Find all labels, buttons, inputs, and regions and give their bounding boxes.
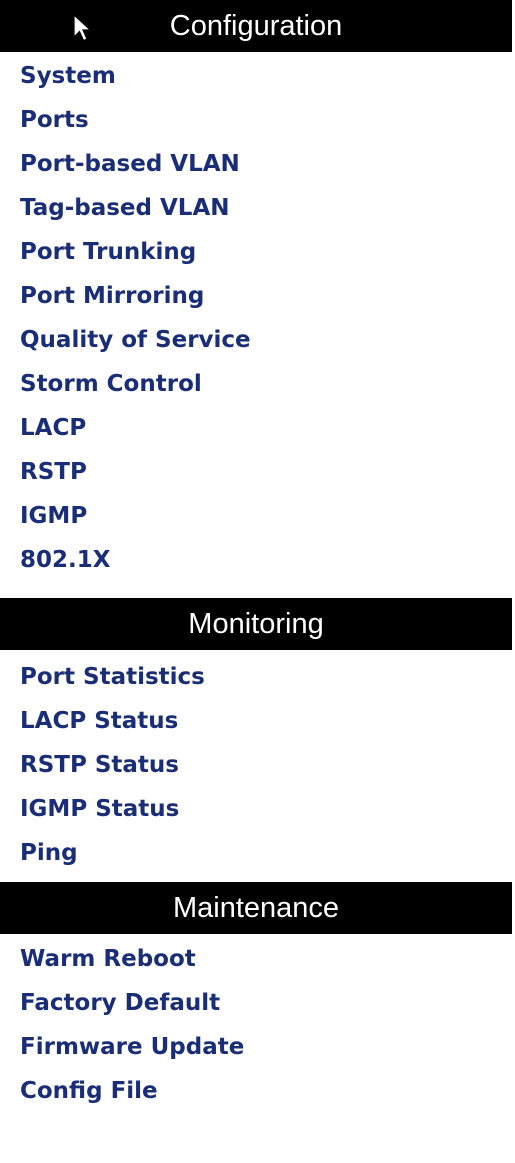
link-port-trunking[interactable]: Port Trunking	[0, 230, 515, 274]
link-rstp-status[interactable]: RSTP Status	[0, 743, 515, 787]
link-igmp[interactable]: IGMP	[0, 494, 515, 538]
link-rstp[interactable]: RSTP	[0, 450, 515, 494]
link-factory-default[interactable]: Factory Default	[0, 981, 515, 1025]
link-port-mirroring[interactable]: Port Mirroring	[0, 274, 515, 318]
section-title-maintenance: Maintenance	[172, 891, 340, 924]
link-802-1x[interactable]: 802.1X	[0, 538, 515, 582]
maintenance-links: Warm Reboot Factory Default Firmware Upd…	[0, 934, 515, 1163]
navigation-menu: Configuration System Ports Port-based VL…	[0, 0, 515, 1111]
mouse-pointer-icon	[73, 13, 93, 42]
section-title-monitoring: Monitoring	[188, 607, 324, 640]
link-tag-based-vlan[interactable]: Tag-based VLAN	[0, 186, 515, 230]
link-igmp-status[interactable]: IGMP Status	[0, 787, 515, 831]
link-firmware-update[interactable]: Firmware Update	[0, 1025, 515, 1069]
section-header-monitoring: Monitoring	[0, 598, 512, 650]
link-config-file[interactable]: Config File	[0, 1069, 515, 1113]
link-storm-control[interactable]: Storm Control	[0, 362, 515, 406]
link-warm-reboot[interactable]: Warm Reboot	[0, 937, 515, 981]
link-port-statistics[interactable]: Port Statistics	[0, 655, 515, 699]
section-title-configuration: Configuration	[169, 9, 343, 42]
link-ports[interactable]: Ports	[0, 98, 515, 142]
monitoring-links: Port Statistics LACP Status RSTP Status …	[0, 650, 515, 882]
link-system[interactable]: System	[0, 54, 515, 98]
link-lacp[interactable]: LACP	[0, 406, 515, 450]
link-lacp-status[interactable]: LACP Status	[0, 699, 515, 743]
link-quality-of-service[interactable]: Quality of Service	[0, 318, 515, 362]
section-header-maintenance: Maintenance	[0, 882, 512, 934]
link-port-based-vlan[interactable]: Port-based VLAN	[0, 142, 515, 186]
section-header-configuration: Configuration	[0, 0, 512, 52]
link-ping[interactable]: Ping	[0, 831, 515, 875]
configuration-links: System Ports Port-based VLAN Tag-based V…	[0, 52, 515, 598]
